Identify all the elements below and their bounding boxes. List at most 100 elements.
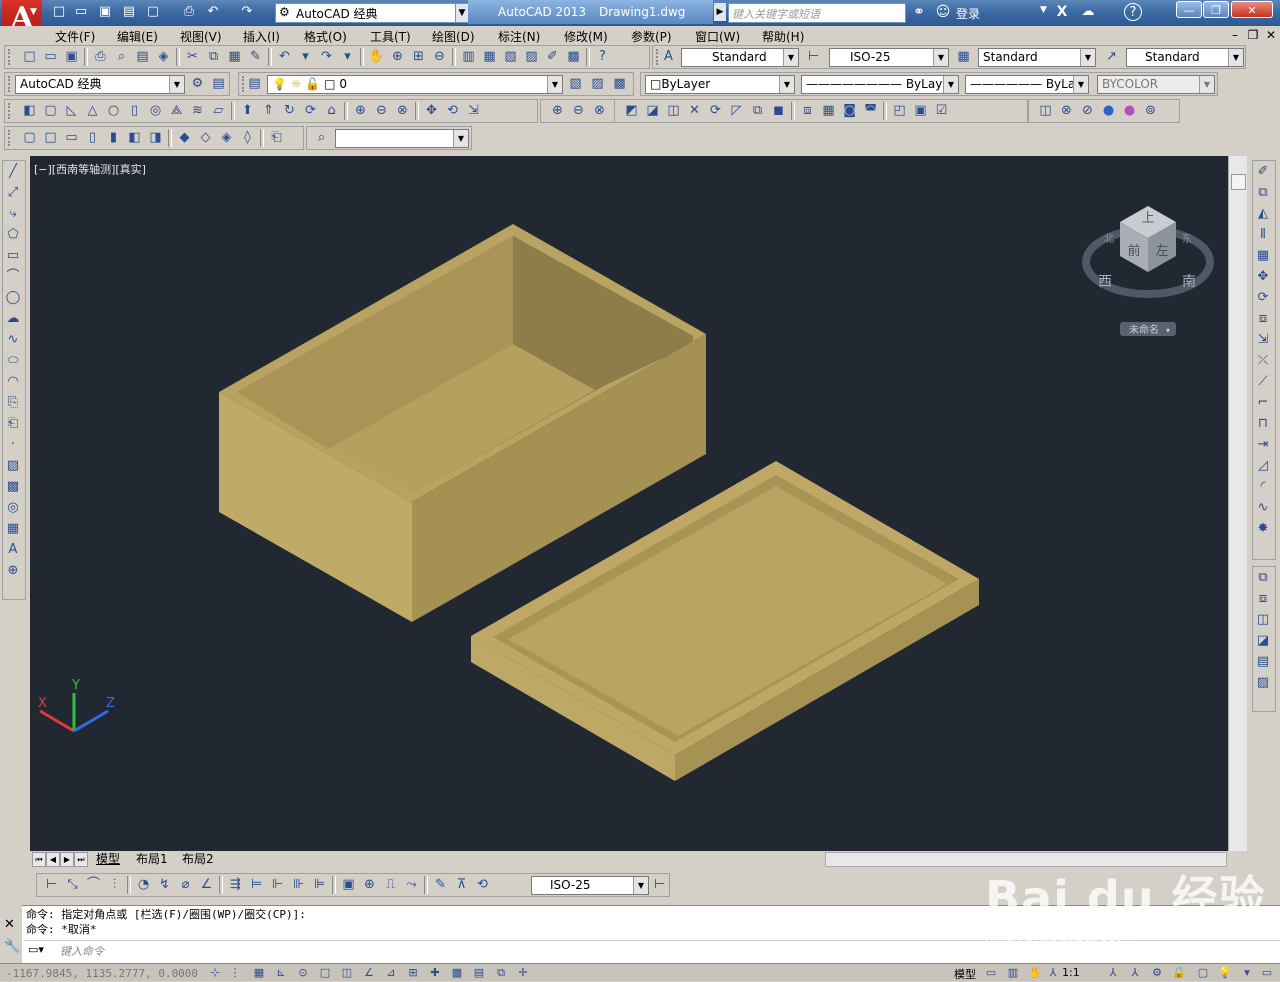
blend-curves-icon[interactable]: ∿: [1253, 497, 1273, 518]
arc-icon[interactable]: ⌒: [3, 266, 23, 287]
plot-preview-icon[interactable]: ⌕: [111, 47, 132, 67]
layer-previous-icon[interactable]: ▨: [587, 74, 608, 94]
new-camera-icon[interactable]: ⎗: [266, 128, 287, 148]
inspection-icon[interactable]: ⎍: [380, 875, 401, 895]
polyline-icon[interactable]: ⤷: [3, 203, 23, 224]
polar-icon[interactable]: ⊙: [294, 965, 312, 980]
jogged-linear-icon[interactable]: ⤳: [401, 875, 422, 895]
intersect-icon[interactable]: ⊗: [589, 101, 610, 121]
realistic-icon[interactable]: ●: [1098, 101, 1119, 121]
auto-scale-icon[interactable]: ⅄: [1126, 965, 1144, 980]
tab-layout1[interactable]: 布局1: [136, 852, 168, 866]
wedge-icon[interactable]: ◺: [61, 101, 82, 121]
subtract-icon[interactable]: ⊖: [568, 101, 589, 121]
wireframe-icon[interactable]: ⊗: [1056, 101, 1077, 121]
cylinder-icon[interactable]: ▯: [124, 101, 145, 121]
visual-style-manager-icon[interactable]: ⊚: [1140, 101, 1161, 121]
open-icon[interactable]: ▭: [40, 47, 61, 67]
menu-edit[interactable]: 编辑(E): [117, 28, 158, 45]
union-icon[interactable]: ⊕: [547, 101, 568, 121]
copy-object-icon[interactable]: ⧉: [1253, 182, 1273, 203]
sphere-icon[interactable]: ○: [103, 101, 124, 121]
vertical-scrollbar[interactable]: [1228, 156, 1247, 851]
ordinate-dim-icon[interactable]: ⫶: [104, 875, 125, 895]
color-edges-icon[interactable]: ▦: [818, 101, 839, 121]
chevron-down-icon[interactable]: ▾: [337, 47, 358, 67]
menu-parametric[interactable]: 参数(P): [631, 28, 672, 45]
zoom-realtime-icon[interactable]: ⊕: [387, 47, 408, 67]
aligned-dim-icon[interactable]: ⤡: [62, 875, 83, 895]
text-to-front-icon[interactable]: ▤: [1253, 651, 1273, 672]
binoculars-icon[interactable]: ⚭: [910, 3, 928, 21]
conceptual-icon[interactable]: ●: [1119, 101, 1140, 121]
menu-file[interactable]: 文件(F): [55, 28, 95, 45]
hidden-icon[interactable]: ⊘: [1077, 101, 1098, 121]
selection-cycling-icon[interactable]: ⧉: [492, 965, 510, 980]
subtract-icon[interactable]: ⊖: [371, 101, 392, 121]
menu-dimension[interactable]: 标注(N): [498, 28, 540, 45]
quick-view-layouts-icon[interactable]: ▭: [982, 965, 1000, 980]
menu-modify[interactable]: 修改(M): [564, 28, 608, 45]
table-style-select[interactable]: Standard ▼: [978, 48, 1096, 67]
nw-iso-icon[interactable]: ◊: [237, 128, 258, 148]
revision-cloud-icon[interactable]: ☁: [3, 308, 23, 329]
linear-dim-icon[interactable]: ⊢: [41, 875, 62, 895]
make-current-layer-icon[interactable]: ▧: [565, 74, 586, 94]
zoom-window-icon[interactable]: ⊞: [408, 47, 429, 67]
circle-icon[interactable]: ◯: [3, 287, 23, 308]
cone-icon[interactable]: △: [82, 101, 103, 121]
left-view-icon[interactable]: ▯: [82, 128, 103, 148]
new-file-icon[interactable]: □: [50, 3, 68, 21]
quick-dim-icon[interactable]: ⇶: [225, 875, 246, 895]
a360-icon[interactable]: ☁: [1078, 3, 1098, 21]
extrude-faces-icon[interactable]: ◩: [621, 101, 642, 121]
erase-icon[interactable]: ✐: [1253, 161, 1273, 182]
command-prompt-icon[interactable]: ▭▾: [28, 943, 44, 956]
polygon-icon[interactable]: ⬠: [3, 224, 23, 245]
gear-icon[interactable]: ⚙: [1148, 965, 1166, 980]
snap-mode-icon[interactable]: ⋮: [226, 965, 244, 980]
otrack-icon[interactable]: ∠: [360, 965, 378, 980]
tab-layout2[interactable]: 布局2: [182, 852, 214, 866]
design-center-icon[interactable]: ▦: [479, 47, 500, 67]
baseline-dim-icon[interactable]: ⊨: [246, 875, 267, 895]
linetype-select[interactable]: ———————— ByLayer ▼: [801, 75, 959, 94]
redo-icon[interactable]: ↷: [316, 47, 337, 67]
continue-dim-icon[interactable]: ⊩: [267, 875, 288, 895]
minimize-button[interactable]: —: [1176, 1, 1202, 18]
cursor-coordinates[interactable]: -1167.9845, 1135.2777, 0.0000: [6, 967, 198, 980]
dim-style-icon[interactable]: ⊢: [803, 47, 824, 67]
dim-style-icon[interactable]: ⊢: [649, 875, 670, 895]
torus-icon[interactable]: ◎: [145, 101, 166, 121]
drawing-viewport[interactable]: [−][西南等轴测][真实] 上 前 左 西 南 北 东 未命名 ▾ X Y Z: [30, 156, 1228, 851]
workspace-select[interactable]: ⚙ AutoCAD 经典: [275, 3, 457, 23]
scrollbar-thumb[interactable]: [1231, 174, 1246, 190]
workspace-switch-select[interactable]: AutoCAD 经典 ▼: [15, 75, 185, 94]
annotation-scale-icon[interactable]: ⅄: [1044, 965, 1062, 980]
3d-rotate-icon[interactable]: ⟲: [442, 101, 463, 121]
hatch-icon[interactable]: ▨: [3, 455, 23, 476]
chevron-down-icon[interactable]: ▼: [1040, 5, 1047, 15]
user-icon[interactable]: ☺: [934, 3, 952, 21]
next-tab-button[interactable]: ▶: [60, 852, 74, 867]
jogged-dim-icon[interactable]: ↯: [154, 875, 175, 895]
hatch-to-back-icon[interactable]: ▨: [1253, 672, 1273, 693]
mirror-icon[interactable]: ◭: [1253, 203, 1273, 224]
tolerance-icon[interactable]: ▣: [338, 875, 359, 895]
chevron-down-icon[interactable]: ▾: [1238, 965, 1256, 980]
zoom-view-icon[interactable]: ⌕: [311, 128, 332, 148]
chamfer-icon[interactable]: ◿: [1253, 455, 1273, 476]
revolve-icon[interactable]: ⟳: [300, 101, 321, 121]
back-view-icon[interactable]: ◨: [145, 128, 166, 148]
markup-icon[interactable]: ✐: [542, 47, 563, 67]
extrude-icon[interactable]: ⬆: [237, 101, 258, 121]
dyn-icon[interactable]: ⊞: [404, 965, 422, 980]
delete-faces-icon[interactable]: ✕: [684, 101, 705, 121]
publish-icon[interactable]: ▢: [144, 3, 162, 21]
named-views-icon[interactable]: ▢: [19, 128, 40, 148]
line-icon[interactable]: ╱: [3, 161, 23, 182]
annotation-scale-value[interactable]: 1:1: [1062, 966, 1080, 979]
angular-dim-icon[interactable]: ∠: [196, 875, 217, 895]
intersect-icon[interactable]: ⊗: [392, 101, 413, 121]
undo-icon[interactable]: ↶: [274, 47, 295, 67]
